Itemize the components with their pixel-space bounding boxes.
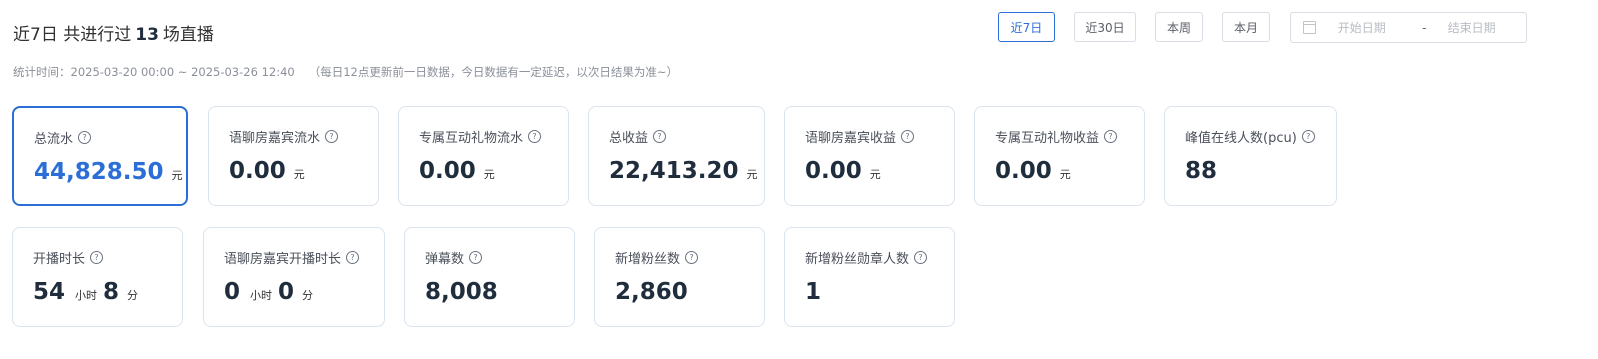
- metric-value: 1: [805, 279, 822, 305]
- metric-unit: 元: [746, 168, 758, 181]
- metric-unit: 元: [293, 168, 305, 181]
- metric-value: 88: [1185, 158, 1218, 184]
- stat-time-label: 统计时间：: [13, 65, 71, 79]
- help-icon[interactable]: ?: [90, 251, 104, 264]
- metric-unit: 元: [1059, 168, 1071, 181]
- metric-label: 弹幕数: [425, 252, 465, 267]
- help-icon[interactable]: ?: [1104, 130, 1118, 143]
- metric-unit: 元: [483, 168, 495, 181]
- hours-unit: 小时: [250, 289, 273, 302]
- metric-card-voice-room-guest-live-duration[interactable]: 语聊房嘉宾开播时长? 0 小时 0 分: [203, 227, 385, 327]
- metric-label: 新增粉丝数: [615, 252, 681, 267]
- stat-time-line: 统计时间：2025-03-20 00:00 ~ 2025-03-26 12:40…: [13, 64, 678, 80]
- metric-minutes: 0: [278, 279, 295, 305]
- help-icon[interactable]: ?: [325, 130, 339, 143]
- metric-label: 开播时长: [33, 252, 86, 267]
- stat-time-range: 2025-03-20 00:00 ~ 2025-03-26 12:40: [70, 65, 295, 79]
- help-icon[interactable]: ?: [528, 130, 542, 143]
- metric-label: 语聊房嘉宾开播时长: [224, 252, 342, 267]
- metric-card-voice-room-guest-revenue[interactable]: 语聊房嘉宾收益? 0.00 元: [784, 106, 955, 206]
- start-date-input[interactable]: 开始日期: [1338, 19, 1416, 36]
- metric-hours: 54: [33, 279, 66, 305]
- metric-unit: 元: [869, 168, 881, 181]
- metric-card-total-revenue[interactable]: 总收益? 22,413.20 元: [588, 106, 765, 206]
- metric-label: 专属互动礼物收益: [995, 131, 1100, 146]
- minutes-unit: 分: [127, 289, 139, 302]
- help-icon[interactable]: ?: [1301, 130, 1315, 143]
- metric-label: 峰值在线人数(pcu): [1185, 131, 1297, 146]
- metric-value: 44,828.50: [34, 159, 164, 185]
- filter-this-week-button[interactable]: 本周: [1155, 12, 1203, 42]
- minutes-unit: 分: [302, 289, 314, 302]
- metric-label: 总流水: [34, 132, 74, 147]
- metric-card-danmaku-count[interactable]: 弹幕数? 8,008: [404, 227, 575, 327]
- metric-card-new-fan-medal-holders[interactable]: 新增粉丝勋章人数? 1: [784, 227, 955, 327]
- metric-value: 0.00: [995, 158, 1052, 184]
- metric-card-voice-room-guest-flow[interactable]: 语聊房嘉宾流水? 0.00 元: [208, 106, 379, 206]
- metric-card-new-fans[interactable]: 新增粉丝数? 2,860: [594, 227, 765, 327]
- metric-value: 0.00: [229, 158, 286, 184]
- metric-hours: 0: [224, 279, 241, 305]
- calendar-icon: [1303, 21, 1316, 34]
- date-range-picker[interactable]: 开始日期 - 结束日期: [1290, 12, 1527, 43]
- metric-label: 语聊房嘉宾收益: [805, 131, 897, 146]
- metric-label: 语聊房嘉宾流水: [229, 131, 321, 146]
- metric-card-total-flow[interactable]: 总流水? 44,828.50 元: [12, 106, 188, 206]
- live-count: 13: [135, 25, 159, 45]
- filter-last-7-days-button[interactable]: 近7日: [998, 12, 1055, 42]
- page-title: 近7日 共进行过 13 场直播: [13, 20, 214, 45]
- help-icon[interactable]: ?: [685, 251, 699, 264]
- metric-label: 新增粉丝勋章人数: [805, 252, 910, 267]
- metric-card-exclusive-gift-flow[interactable]: 专属互动礼物流水? 0.00 元: [398, 106, 569, 206]
- help-icon[interactable]: ?: [469, 251, 483, 264]
- date-separator: -: [1422, 20, 1427, 35]
- update-note: （每日12点更新前一日数据，今日数据有一定延迟，以次日结果为准~）: [308, 65, 678, 79]
- hours-unit: 小时: [75, 289, 98, 302]
- help-icon[interactable]: ?: [78, 131, 92, 144]
- title-prefix: 近7日 共进行过: [13, 25, 132, 45]
- metric-minutes: 8: [103, 279, 120, 305]
- metric-card-live-duration[interactable]: 开播时长? 54 小时 8 分: [12, 227, 183, 327]
- help-icon[interactable]: ?: [901, 130, 915, 143]
- metric-card-exclusive-gift-revenue[interactable]: 专属互动礼物收益? 0.00 元: [974, 106, 1145, 206]
- metric-value: 2,860: [615, 279, 688, 305]
- metric-value: 8,008: [425, 279, 498, 305]
- title-suffix: 场直播: [162, 25, 214, 45]
- metric-label: 总收益: [609, 131, 649, 146]
- help-icon[interactable]: ?: [653, 130, 667, 143]
- help-icon[interactable]: ?: [346, 251, 360, 264]
- filter-last-30-days-button[interactable]: 近30日: [1074, 12, 1136, 42]
- filter-this-month-button[interactable]: 本月: [1222, 12, 1270, 42]
- metric-value: 22,413.20: [609, 158, 739, 184]
- end-date-input[interactable]: 结束日期: [1448, 19, 1526, 36]
- help-icon[interactable]: ?: [914, 251, 928, 264]
- metric-card-peak-online-users[interactable]: 峰值在线人数(pcu)? 88: [1164, 106, 1337, 206]
- metric-unit: 元: [171, 169, 183, 182]
- metric-label: 专属互动礼物流水: [419, 131, 524, 146]
- metric-value: 0.00: [419, 158, 476, 184]
- metric-value: 0.00: [805, 158, 862, 184]
